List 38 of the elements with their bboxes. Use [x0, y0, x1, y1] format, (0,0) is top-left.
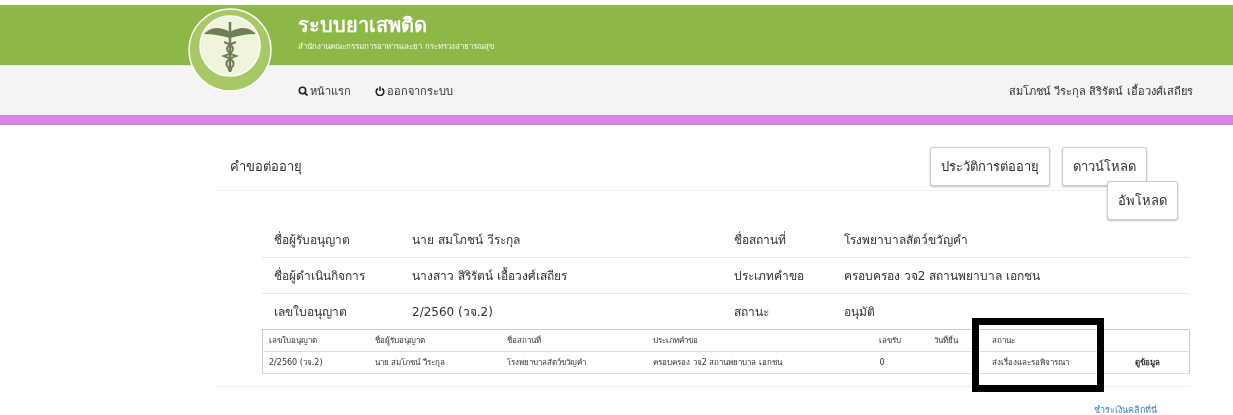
field-label: ชื่อผู้รับอนุญาต — [262, 222, 400, 258]
user-name: สมโภชน์ วีระกุล สิริรัตน์ เอื้อวงศ์เสถียร — [1008, 83, 1193, 100]
site-subtitle: สำนักงานคณะกรรมการอาหารและยา กระทรวงสาธารณสุข — [298, 41, 494, 53]
payment-link[interactable]: ชำระเงินคลิกที่นี่ — [1094, 403, 1157, 415]
view-link[interactable]: ดูข้อมูล — [1135, 358, 1161, 367]
table-cell: ครอบครอง วจ2 สถานพยาบาล เอกชน — [647, 351, 874, 374]
column-header: ประเภทคำขอ — [647, 329, 874, 352]
field-value: 2/2560 (วจ.2) — [400, 293, 722, 329]
action-button[interactable]: ดาวน์โหลด — [1062, 147, 1147, 186]
action-button[interactable]: ประวัติการต่ออายุ — [930, 147, 1050, 186]
table-cell: 0 — [873, 351, 929, 374]
table-cell: ส่งเรื่องและรอพิจารณา — [986, 351, 1130, 374]
field-value: โรงพยาบาลสัตว์ขวัญคำ — [832, 222, 1190, 258]
nav-link[interactable]: หน้าแรก — [298, 81, 351, 100]
table-cell: 2/2560 (วจ.2) — [262, 351, 369, 374]
table-cell: โรงพยาบาลสัตว์ขวัญคำ — [500, 351, 648, 374]
search-icon — [298, 85, 308, 96]
nav-link[interactable]: ออกจากระบบ — [375, 81, 453, 100]
field-label: ชื่อผู้ดำเนินกิจการ — [262, 257, 400, 294]
field-value: นางสาว สิริรัตน์ เอื้อวงศ์เสถียร — [400, 257, 722, 294]
column-header: ชื่อสถานที่ — [500, 329, 648, 352]
power-icon — [375, 85, 385, 96]
field-value: ครอบครอง วจ2 สถานพยาบาล เอกชน — [832, 257, 1190, 294]
column-header: เลขใบอนุญาต — [262, 329, 369, 352]
upload-button[interactable]: อัพโหลด — [1107, 181, 1178, 220]
field-label: ชื่อสถานที่ — [722, 222, 832, 258]
field-label: สถานะ — [722, 293, 832, 329]
field-label: ประเภทคำขอ — [722, 257, 832, 294]
field-value: นาย สมโภชน์ วีระกุล — [400, 222, 722, 258]
column-header: สถานะ — [986, 329, 1130, 352]
column-header: ชื่อผู้รับอนุญาต — [368, 329, 501, 352]
field-label: เลขใบอนุญาต — [262, 293, 400, 329]
site-title: ระบบยาเสพติด — [298, 13, 428, 37]
column-header: วันที่ยื่น — [928, 329, 986, 352]
panel-title: คำขอต่ออายุ — [230, 158, 302, 177]
column-header: เลขรับ — [873, 329, 929, 352]
table-cell: นาย สมโภชน์ วีระกุล — [368, 351, 501, 374]
field-value: อนุมัติ — [832, 293, 1190, 329]
